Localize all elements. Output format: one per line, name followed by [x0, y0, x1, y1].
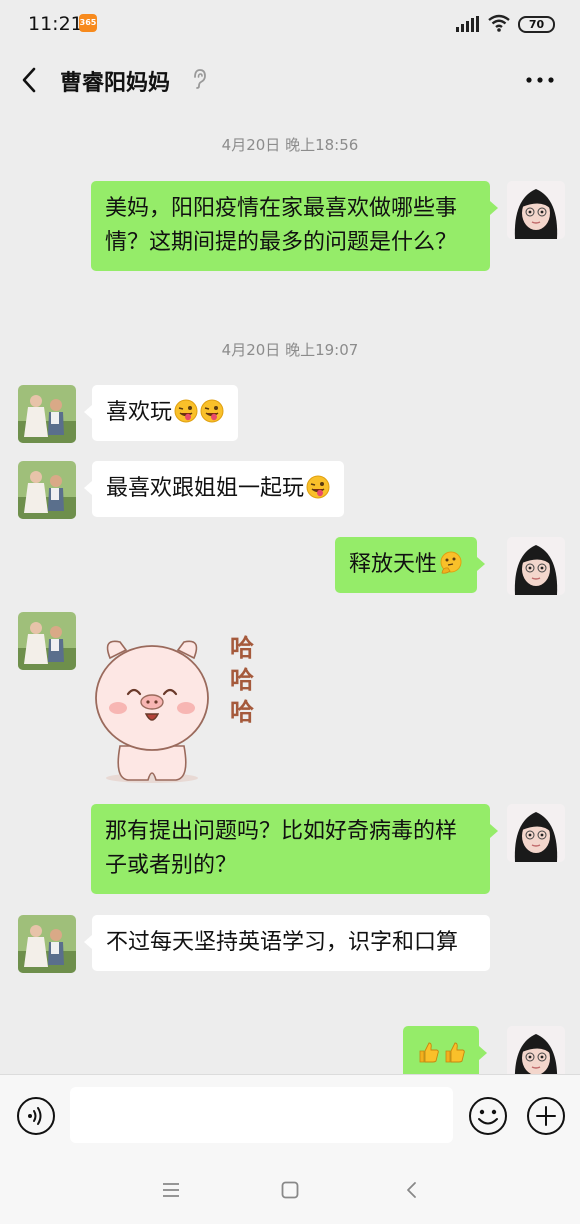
thumbs-up-emoji-icon — [419, 1042, 439, 1063]
message-list[interactable]: 4月20日 晚上18:56 美妈，阳阳疫情在家最喜欢做哪些事情？这期间提的最多的… — [0, 112, 580, 1074]
contact-avatar[interactable] — [18, 915, 76, 973]
outgoing-message-bubble[interactable]: 美妈，阳阳疫情在家最喜欢做哪些事情？这期间提的最多的问题是什么？ — [91, 181, 498, 271]
back-nav-icon[interactable] — [402, 1180, 422, 1200]
chat-title: 曹睿阳妈妈 — [60, 71, 171, 96]
voice-input-icon[interactable] — [16, 1096, 56, 1136]
chat-header: 曹睿阳妈妈 — [0, 50, 580, 112]
earpiece-mode-icon — [194, 69, 206, 89]
sticker-text: 哈 — [230, 666, 254, 694]
system-navigation-bar — [0, 1156, 580, 1224]
tongue-wink-emoji-icon — [306, 475, 330, 499]
message-text: 美妈，阳阳疫情在家最喜欢做哪些事情？这期间提的最多的问题是什么？ — [105, 196, 458, 255]
my-avatar[interactable] — [507, 804, 565, 862]
sticker-text: 哈 — [230, 698, 254, 726]
incoming-message-bubble[interactable]: 最喜欢跟姐姐一起玩 — [83, 461, 345, 517]
tongue-wink-emoji-icon — [200, 399, 224, 423]
message-text: 释放天性 — [349, 552, 438, 577]
pig-laughing-sticker[interactable]: 哈 哈 哈 — [92, 622, 272, 792]
tongue-wink-emoji-icon — [174, 399, 198, 423]
home-nav-icon[interactable] — [280, 1180, 300, 1200]
battery-indicator: 70 — [518, 16, 555, 33]
message-timestamp: 4月20日 晚上19:07 — [221, 341, 359, 359]
message-text: 最喜欢跟姐姐一起玩 — [106, 476, 305, 501]
message-input[interactable] — [70, 1087, 453, 1143]
more-options-icon[interactable] — [522, 68, 558, 92]
contact-avatar[interactable] — [18, 612, 76, 670]
wifi-icon — [488, 14, 510, 32]
message-text: 那有提出问题吗？比如好奇病毒的样子或者别的？ — [105, 819, 458, 878]
menu-nav-icon[interactable] — [161, 1180, 181, 1200]
sticker-text: 哈 — [230, 634, 254, 662]
outgoing-message-bubble[interactable]: 释放天性 — [335, 537, 486, 593]
message-timestamp: 4月20日 晚上18:56 — [221, 136, 359, 154]
thinking-emoji-icon — [440, 551, 462, 574]
more-actions-plus-icon[interactable] — [526, 1096, 566, 1136]
my-avatar[interactable] — [507, 1026, 565, 1074]
status-time: 11:21 — [28, 13, 83, 35]
input-bar — [0, 1074, 580, 1156]
contact-avatar[interactable] — [18, 385, 76, 443]
my-avatar[interactable] — [507, 537, 565, 595]
incoming-message-bubble[interactable]: 喜欢玩 — [83, 385, 239, 441]
my-avatar[interactable] — [507, 181, 565, 239]
back-arrow-icon[interactable] — [18, 65, 42, 95]
signal-icon — [456, 16, 479, 32]
emoji-button-icon[interactable] — [468, 1096, 508, 1136]
thumbs-up-emoji-icon — [445, 1042, 465, 1063]
message-text: 不过每天坚持英语学习，识字和口算 — [106, 930, 459, 955]
outgoing-message-bubble[interactable]: 那有提出问题吗？比如好奇病毒的样子或者别的？ — [91, 804, 498, 894]
status-bar: 11:21 365 70 — [0, 0, 580, 50]
outgoing-message-bubble[interactable] — [403, 1026, 487, 1074]
incoming-message-bubble[interactable]: 不过每天坚持英语学习，识字和口算 — [84, 915, 490, 971]
app-365-icon: 365 — [79, 14, 97, 32]
message-text: 喜欢玩 — [106, 400, 173, 425]
contact-avatar[interactable] — [18, 461, 76, 519]
